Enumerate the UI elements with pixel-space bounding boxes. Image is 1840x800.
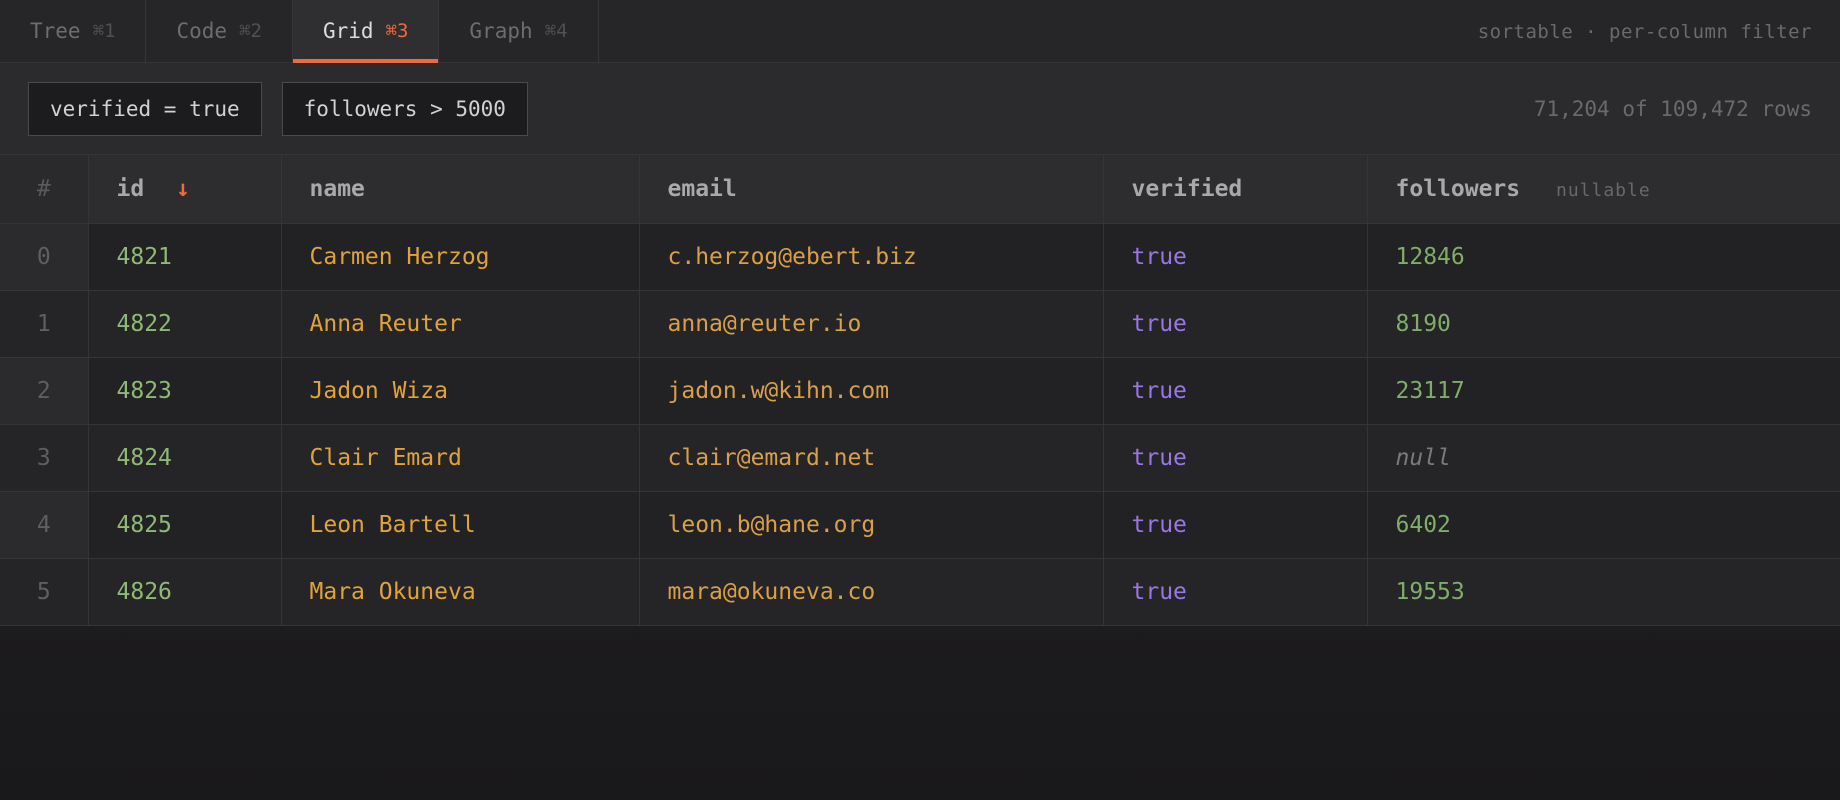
tab-grid[interactable]: Grid ⌘3 xyxy=(292,0,440,63)
grid-features-note: sortable · per-column filter xyxy=(1477,20,1812,43)
cell-verified[interactable]: true xyxy=(1103,290,1368,358)
table-row[interactable]: 5 4826 Mara Okuneva mara@okuneva.co true… xyxy=(0,558,1840,626)
row-index: 5 xyxy=(0,558,89,626)
cell-id[interactable]: 4826 xyxy=(88,558,282,626)
column-header-id[interactable]: id ↓ xyxy=(88,155,282,224)
cell-name[interactable]: Jadon Wiza xyxy=(281,357,640,425)
table-row[interactable]: 0 4821 Carmen Herzog c.herzog@ebert.biz … xyxy=(0,223,1840,291)
nullable-badge: nullable xyxy=(1555,179,1651,201)
cell-id[interactable]: 4824 xyxy=(88,424,282,492)
row-index: 3 xyxy=(0,424,89,492)
cell-email[interactable]: leon.b@hane.org xyxy=(639,491,1104,559)
cell-email[interactable]: clair@emard.net xyxy=(639,424,1104,492)
cell-email[interactable]: c.herzog@ebert.biz xyxy=(639,223,1104,291)
grid-header-row: # id ↓ name email verified followers nul… xyxy=(0,155,1840,224)
cell-name[interactable]: Carmen Herzog xyxy=(281,223,640,291)
column-header-name[interactable]: name xyxy=(281,155,640,224)
cell-name[interactable]: Mara Okuneva xyxy=(281,558,640,626)
column-header-followers[interactable]: followers nullable xyxy=(1367,155,1840,224)
cell-email[interactable]: jadon.w@kihn.com xyxy=(639,357,1104,425)
cell-verified[interactable]: true xyxy=(1103,357,1368,425)
cell-id[interactable]: 4822 xyxy=(88,290,282,358)
cell-followers[interactable]: 8190 xyxy=(1367,290,1840,358)
row-index: 1 xyxy=(0,290,89,358)
column-header-followers-label: followers xyxy=(1395,175,1521,202)
cell-verified[interactable]: true xyxy=(1103,491,1368,559)
cell-id[interactable]: 4825 xyxy=(88,491,282,559)
tab-graph-shortcut: ⌘4 xyxy=(544,20,568,42)
row-count: 71,204 of 109,472 rows xyxy=(1533,97,1812,121)
column-header-email[interactable]: email xyxy=(639,155,1104,224)
cell-id[interactable]: 4821 xyxy=(88,223,282,291)
cell-followers[interactable]: 23117 xyxy=(1367,357,1840,425)
cell-name[interactable]: Clair Emard xyxy=(281,424,640,492)
table-row[interactable]: 2 4823 Jadon Wiza jadon.w@kihn.com true … xyxy=(0,357,1840,425)
table-row[interactable]: 1 4822 Anna Reuter anna@reuter.io true 8… xyxy=(0,290,1840,358)
cell-name[interactable]: Leon Bartell xyxy=(281,491,640,559)
tab-grid-label: Grid xyxy=(322,19,374,43)
column-header-email-label: email xyxy=(667,175,737,202)
cell-email[interactable]: anna@reuter.io xyxy=(639,290,1104,358)
cell-verified[interactable]: true xyxy=(1103,424,1368,492)
cell-email[interactable]: mara@okuneva.co xyxy=(639,558,1104,626)
tab-grid-shortcut: ⌘3 xyxy=(385,20,409,42)
cell-id[interactable]: 4823 xyxy=(88,357,282,425)
cell-followers[interactable]: 6402 xyxy=(1367,491,1840,559)
view-tab-bar: Tree ⌘1 Code ⌘2 Grid ⌘3 Graph ⌘4 sortabl… xyxy=(0,0,1840,63)
table-row[interactable]: 4 4825 Leon Bartell leon.b@hane.org true… xyxy=(0,491,1840,559)
filter-bar: verified = true followers > 5000 71,204 … xyxy=(0,63,1840,155)
column-header-index: # xyxy=(0,155,89,224)
column-header-id-label: id xyxy=(116,175,145,202)
filter-chip-followers[interactable]: followers > 5000 xyxy=(281,81,528,136)
tab-tree-shortcut: ⌘1 xyxy=(92,20,116,42)
cell-followers[interactable]: 12846 xyxy=(1367,223,1840,291)
data-grid: # id ↓ name email verified followers nul… xyxy=(0,155,1840,626)
tab-graph-label: Graph xyxy=(469,19,533,43)
cell-followers[interactable]: 19553 xyxy=(1367,558,1840,626)
row-index: 4 xyxy=(0,491,89,559)
column-header-name-label: name xyxy=(309,175,365,202)
cell-name[interactable]: Anna Reuter xyxy=(281,290,640,358)
tab-code[interactable]: Code ⌘2 xyxy=(146,0,293,62)
tab-code-label: Code xyxy=(176,19,228,43)
filter-chip-verified[interactable]: verified = true xyxy=(28,81,262,136)
sort-descending-icon[interactable]: ↓ xyxy=(176,176,190,202)
cell-verified[interactable]: true xyxy=(1103,223,1368,291)
table-row[interactable]: 3 4824 Clair Emard clair@emard.net true … xyxy=(0,424,1840,492)
column-header-verified-label: verified xyxy=(1131,175,1243,202)
tab-tree-label: Tree xyxy=(30,19,81,43)
tab-code-shortcut: ⌘2 xyxy=(239,20,262,42)
column-header-verified[interactable]: verified xyxy=(1103,155,1368,224)
cell-followers-null[interactable]: null xyxy=(1367,424,1840,492)
row-index: 0 xyxy=(0,223,89,291)
cell-verified[interactable]: true xyxy=(1103,558,1368,626)
row-index: 2 xyxy=(0,357,89,425)
tab-graph[interactable]: Graph ⌘4 xyxy=(439,0,599,62)
tab-tree[interactable]: Tree ⌘1 xyxy=(0,0,147,62)
